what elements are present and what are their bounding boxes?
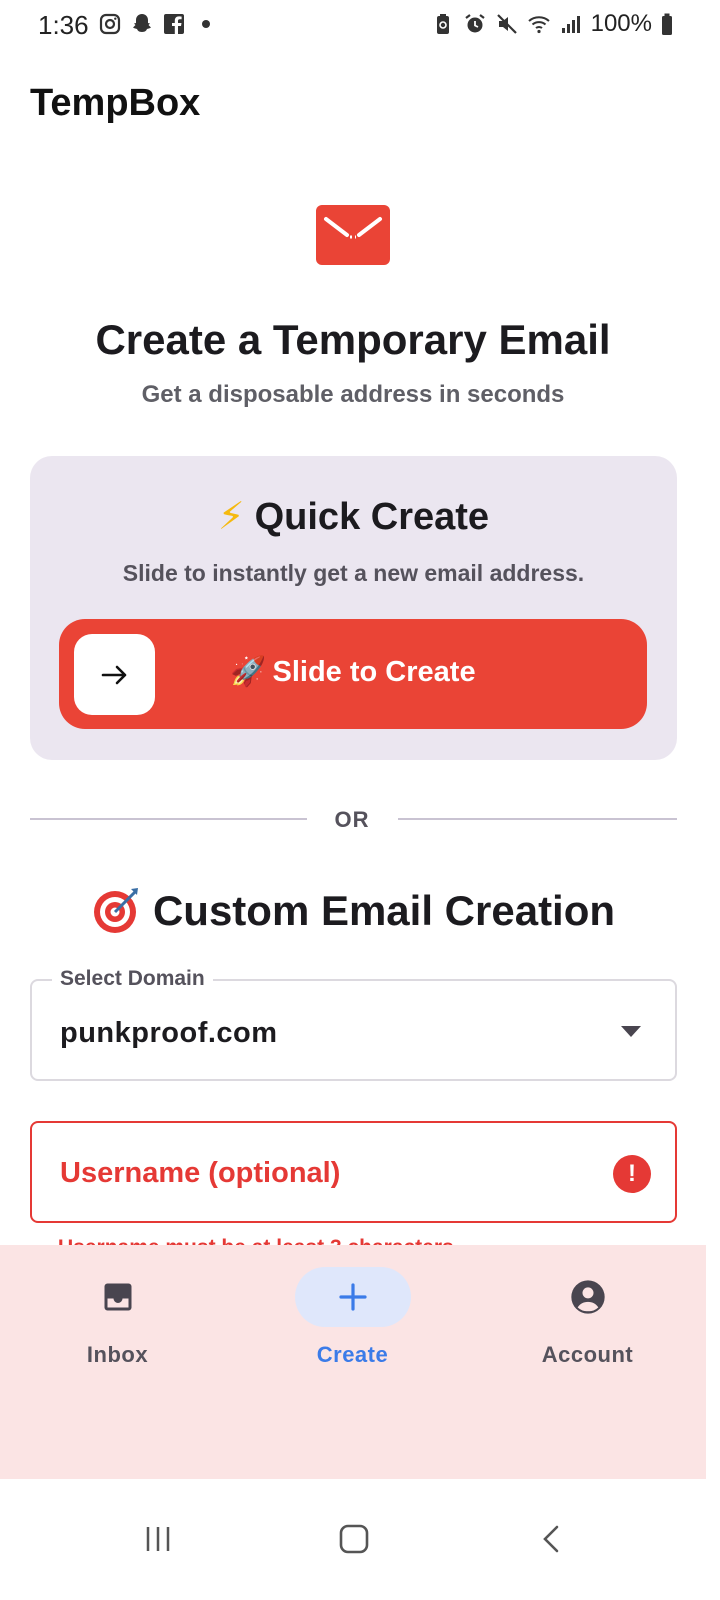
wifi-icon bbox=[527, 16, 550, 34]
notification-icons bbox=[98, 12, 218, 36]
recent-apps-button[interactable] bbox=[128, 1509, 188, 1569]
signal-icon bbox=[561, 16, 580, 33]
error-icon: ! bbox=[613, 1155, 651, 1193]
username-input[interactable]: Username (optional) ! bbox=[30, 1121, 677, 1223]
app-title: TempBox bbox=[30, 82, 201, 124]
facebook-icon bbox=[164, 14, 184, 34]
page-subtitle: Get a disposable address in seconds bbox=[141, 381, 565, 408]
nav-account-icon-container bbox=[530, 1267, 646, 1327]
recent-apps-icon bbox=[146, 1527, 170, 1551]
nav-item-inbox[interactable]: Inbox bbox=[0, 1245, 235, 1405]
domain-select-label: Select Domain bbox=[52, 967, 213, 991]
divider-or: OR bbox=[334, 807, 370, 832]
quick-create-title: ⚡ Quick Create bbox=[30, 494, 677, 539]
account-circle-icon bbox=[570, 1280, 605, 1314]
inbox-icon bbox=[104, 1283, 131, 1311]
domain-select-value: punkproof.com bbox=[60, 1017, 278, 1049]
nav-label-create: Create bbox=[316, 1342, 389, 1367]
alarm-icon bbox=[464, 14, 485, 33]
battery-percent: 100% bbox=[590, 10, 652, 37]
divider-line-right bbox=[398, 818, 677, 820]
home-button[interactable] bbox=[324, 1509, 384, 1569]
page-title: Create a Temporary Email bbox=[95, 316, 611, 363]
bottom-navigation: Inbox Create Account bbox=[0, 1245, 706, 1479]
rocket-icon: 🚀 bbox=[230, 656, 267, 688]
status-time: 1:36 bbox=[38, 10, 89, 40]
quick-create-description: Slide to instantly get a new email addre… bbox=[122, 560, 585, 586]
instagram-icon bbox=[99, 13, 121, 35]
nav-create-icon-container bbox=[294, 1267, 411, 1327]
slider-thumb[interactable] bbox=[74, 634, 155, 715]
target-icon bbox=[93, 888, 138, 933]
battery-icon bbox=[662, 13, 672, 35]
slider-label-text: Slide to Create bbox=[272, 656, 476, 688]
mail-icon bbox=[316, 205, 390, 265]
quick-create-card: ⚡ Quick Create Slide to instantly get a n… bbox=[30, 456, 677, 760]
plus-icon bbox=[338, 1283, 367, 1311]
battery-saver-icon bbox=[436, 14, 449, 34]
slide-to-create-slider[interactable]: 🚀 Slide to Create bbox=[59, 619, 647, 729]
nav-inbox-icon-container bbox=[60, 1267, 176, 1327]
custom-email-title: Custom Email Creation bbox=[0, 885, 706, 935]
mute-icon bbox=[496, 14, 517, 34]
divider-line-left bbox=[30, 818, 307, 820]
nav-item-account[interactable]: Account bbox=[470, 1245, 705, 1405]
snapchat-icon bbox=[133, 14, 151, 32]
domain-select[interactable]: Select Domain punkproof.com bbox=[30, 967, 677, 1081]
nav-label-inbox: Inbox bbox=[86, 1342, 149, 1367]
back-icon bbox=[543, 1525, 559, 1553]
nav-label-account: Account bbox=[541, 1342, 634, 1367]
arrow-right-icon bbox=[101, 665, 126, 684]
system-status-icons: 100% bbox=[431, 10, 674, 38]
quick-create-title-text: Quick Create bbox=[254, 496, 490, 538]
status-bar: 1:36 100% bbox=[0, 0, 720, 52]
back-button[interactable] bbox=[522, 1509, 582, 1569]
system-navigation-bar bbox=[0, 1479, 720, 1600]
dot-icon bbox=[202, 20, 210, 28]
username-input-label: Username (optional) bbox=[60, 1157, 341, 1189]
dropdown-arrow-icon bbox=[621, 1026, 641, 1037]
nav-item-create[interactable]: Create bbox=[235, 1245, 470, 1405]
lightning-icon: ⚡ bbox=[217, 496, 245, 538]
custom-email-title-text: Custom Email Creation bbox=[152, 887, 616, 934]
home-icon bbox=[339, 1524, 369, 1554]
